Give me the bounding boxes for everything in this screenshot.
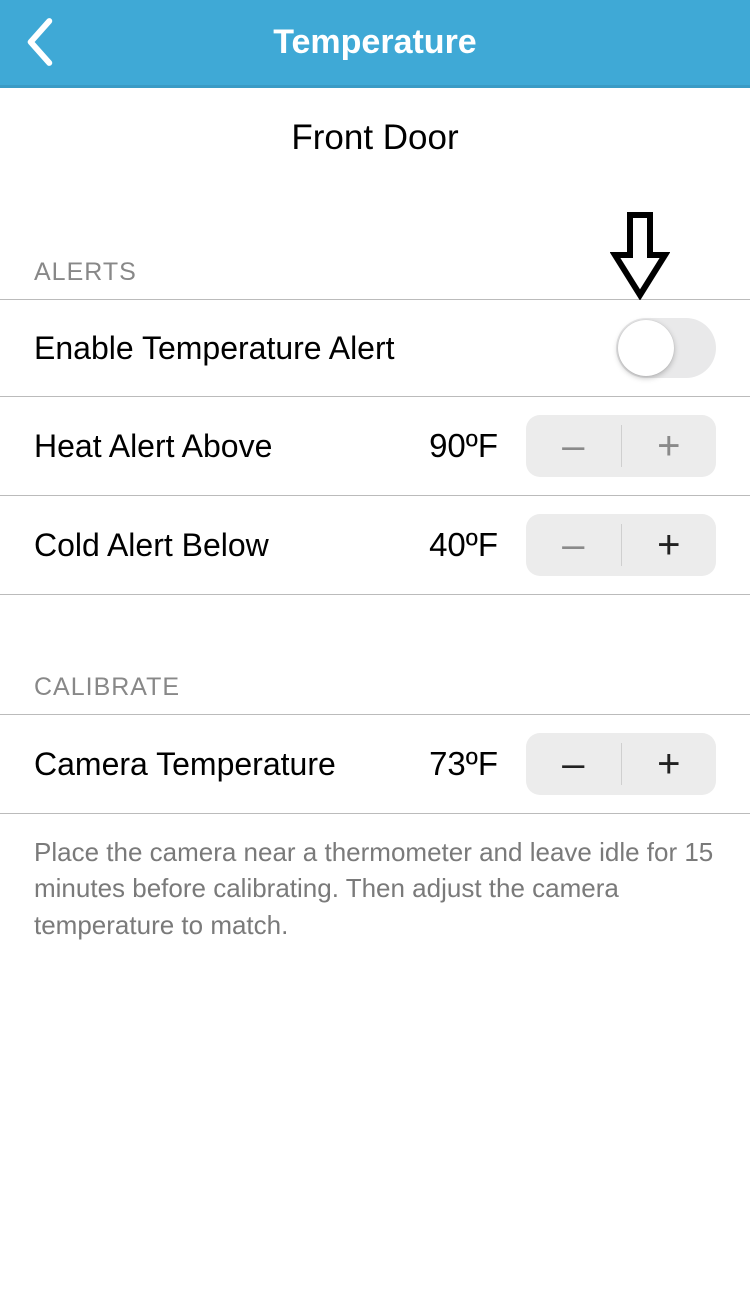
plus-icon: +	[657, 525, 680, 565]
calibrate-section-header: CALIBRATE	[0, 595, 750, 714]
cold-alert-number: 40	[429, 526, 466, 563]
camera-temp-row: Camera Temperature 73ºF – +	[0, 714, 750, 814]
minus-icon: –	[562, 525, 584, 565]
heat-alert-stepper: – +	[526, 415, 716, 477]
cold-alert-unit: ºF	[466, 526, 498, 563]
heat-alert-row: Heat Alert Above 90ºF – +	[0, 396, 750, 495]
heat-plus-button[interactable]: +	[622, 415, 717, 477]
camera-temp-stepper: – +	[526, 733, 716, 795]
heat-alert-number: 90	[429, 427, 466, 464]
cold-plus-button[interactable]: +	[622, 514, 717, 576]
cold-minus-button[interactable]: –	[526, 514, 621, 576]
camera-plus-button[interactable]: +	[622, 733, 717, 795]
enable-alert-toggle[interactable]	[616, 318, 716, 378]
cold-alert-stepper: – +	[526, 514, 716, 576]
back-button[interactable]	[10, 0, 70, 88]
camera-temp-label: Camera Temperature	[34, 746, 429, 783]
chevron-left-icon	[26, 18, 54, 71]
camera-minus-button[interactable]: –	[526, 733, 621, 795]
heat-alert-unit: ºF	[466, 427, 498, 464]
cold-alert-value: 40ºF	[429, 526, 498, 564]
page-title: Temperature	[0, 23, 750, 62]
heat-alert-value: 90ºF	[429, 427, 498, 465]
enable-alert-label: Enable Temperature Alert	[34, 330, 616, 367]
alerts-section-header: ALERTS	[0, 168, 750, 299]
cold-alert-label: Cold Alert Below	[34, 527, 429, 564]
cold-alert-row: Cold Alert Below 40ºF – +	[0, 495, 750, 595]
camera-temp-number: 73	[429, 745, 466, 782]
minus-icon: –	[562, 744, 584, 784]
heat-alert-label: Heat Alert Above	[34, 428, 429, 465]
toggle-knob	[618, 320, 674, 376]
device-name: Front Door	[0, 88, 750, 168]
camera-temp-value: 73ºF	[429, 745, 498, 783]
plus-icon: +	[657, 426, 680, 466]
plus-icon: +	[657, 744, 680, 784]
camera-temp-unit: ºF	[466, 745, 498, 782]
minus-icon: –	[562, 426, 584, 466]
calibrate-note: Place the camera near a thermometer and …	[0, 814, 750, 963]
app-header: Temperature	[0, 0, 750, 88]
heat-minus-button[interactable]: –	[526, 415, 621, 477]
enable-alert-row: Enable Temperature Alert	[0, 299, 750, 396]
